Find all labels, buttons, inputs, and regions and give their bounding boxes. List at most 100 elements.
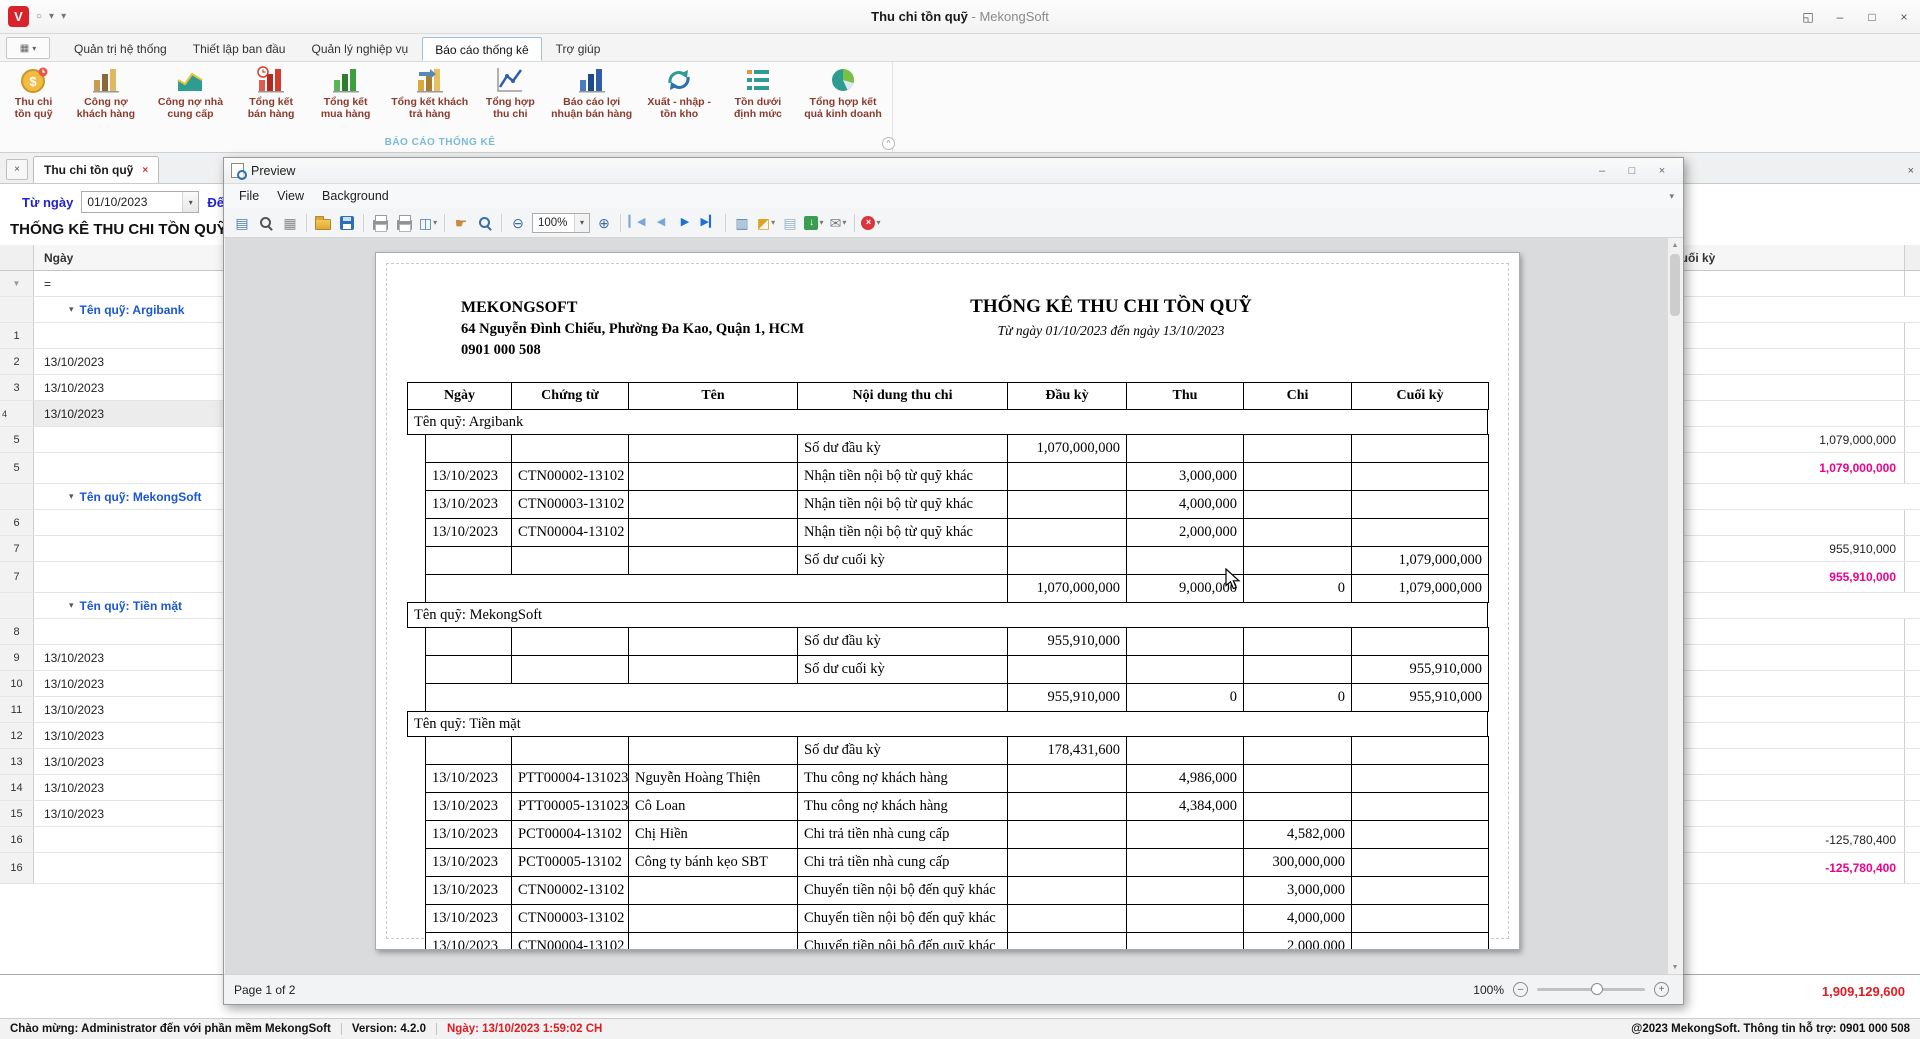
qat-customize-icon[interactable]: ▾ xyxy=(61,11,66,22)
dropdown-icon[interactable]: ▾ xyxy=(842,218,846,227)
preview-window: Preview – □ × FileViewBackground ▾ ▤ ▦ ◫▾ ☛… xyxy=(223,157,1684,1005)
zoom-out-button[interactable]: ⊖ xyxy=(506,211,530,235)
dropdown-icon[interactable]: ▾ xyxy=(819,218,823,227)
prev-page-button[interactable]: ◀ xyxy=(649,211,673,235)
close-icon[interactable]: × xyxy=(1888,4,1920,30)
ribbon-tab[interactable]: Thiết lập ban đầu xyxy=(181,37,298,61)
tabstrip-right-close-icon[interactable]: × xyxy=(1908,165,1914,177)
tong-ket-ban-hang-button[interactable]: Tổng kết bán hàng xyxy=(234,64,308,122)
quick-access-dropdown-icon[interactable]: ▾ xyxy=(49,11,54,22)
magnifier-icon xyxy=(477,215,493,231)
group-expand-icon[interactable]: ▾ xyxy=(69,600,74,611)
report-group-caption: Tên quỹ: Tiền mặt xyxy=(407,711,1488,737)
tong-ket-mua-hang-button[interactable]: Tổng kết mua hàng xyxy=(308,64,384,122)
zoom-out-icon: ⊖ xyxy=(512,216,524,230)
calendar-dropdown-icon[interactable]: ▾ xyxy=(182,192,198,212)
toolbar-separator xyxy=(725,214,726,232)
magnifier-button[interactable] xyxy=(473,211,497,235)
preview-titlebar[interactable]: Preview – □ × xyxy=(224,158,1683,184)
multi-page-button[interactable]: ▥ xyxy=(730,211,754,235)
last-page-button[interactable]: ▶▎ xyxy=(697,211,721,235)
report-column-header: Đầu kỳ xyxy=(1008,383,1127,410)
quick-access-circle-icon[interactable]: ○ xyxy=(36,11,42,22)
report-row: Số dư cuối kỳ955,910,000 xyxy=(426,656,1489,684)
document-map-button[interactable]: ▤ xyxy=(230,211,254,235)
app-menu-button[interactable]: ▦ ▾ xyxy=(6,37,50,59)
group-expand-icon[interactable]: ▾ xyxy=(69,491,74,502)
fullscreen-icon[interactable]: ◱ xyxy=(1792,4,1824,30)
preview-scrollbar[interactable]: ▲ ▼ xyxy=(1667,238,1682,974)
zoom-dropdown-icon[interactable]: ▾ xyxy=(574,214,589,232)
tab-thu-chi-ton-quy[interactable]: Thu chi tồn quỹ × xyxy=(33,156,159,183)
toolbar-separator xyxy=(444,214,445,232)
bao-cao-loi-nhuan-ban-hang-button[interactable]: Báo cáo lợi nhuận bán hàng xyxy=(545,64,639,122)
preview-close-icon[interactable]: × xyxy=(1648,161,1676,181)
scrollbar-thumb[interactable] xyxy=(1670,254,1680,316)
tong-ket-khach-tra-hang-button[interactable]: Tổng kết khách trả hàng xyxy=(383,64,476,122)
hand-tool-button[interactable]: ☛ xyxy=(449,211,473,235)
zoom-in-button[interactable]: + xyxy=(1654,982,1669,997)
ribbon-tab[interactable]: Trợ giúp xyxy=(544,37,613,61)
page-setup-button[interactable]: ◫▾ xyxy=(416,211,440,235)
ribbon-tab[interactable]: Quản trị hệ thống xyxy=(62,37,179,61)
report-row: 13/10/2023PCT00004-13102Chị HiềnChi trả … xyxy=(426,821,1489,849)
bao-cao-loi-nhuan-ban-hang-icon xyxy=(577,65,607,95)
thu-chi-ton-quy-button[interactable]: $Thu chi tồn quỹ xyxy=(2,64,65,122)
preview-window-icon xyxy=(231,163,244,178)
fill-background-button[interactable]: ◩▾ xyxy=(754,211,778,235)
preview-maximize-icon[interactable]: □ xyxy=(1618,161,1646,181)
report-row: 13/10/2023CTN00002-13102Chuyển tiền nội … xyxy=(426,877,1489,905)
from-date-input[interactable]: 01/10/2023 ▾ xyxy=(81,191,199,213)
menu-background[interactable]: Background xyxy=(313,186,398,206)
open-button[interactable] xyxy=(311,211,335,235)
ton-duoi-dinh-muc-button[interactable]: Tồn dưới định mức xyxy=(720,64,796,122)
email-button[interactable]: ✉▾ xyxy=(826,211,850,235)
close-preview-button[interactable]: ×▾ xyxy=(859,211,883,235)
quick-print-button[interactable] xyxy=(392,211,416,235)
first-page-button[interactable]: ▎◀ xyxy=(625,211,649,235)
titlebar: V ○ ▾ ▾ Thu chi tồn quỹ - MekongSoft ◱ –… xyxy=(0,0,1920,34)
xuat-nhap-ton-kho-button[interactable]: Xuất - nhập - tồn kho xyxy=(639,64,720,122)
group-expand-icon[interactable]: ▾ xyxy=(69,304,74,315)
dropdown-icon[interactable]: ▾ xyxy=(433,218,437,227)
ribbon-tab[interactable]: Báo cáo thống kê xyxy=(422,37,541,61)
zoom-in-button[interactable]: ⊕ xyxy=(592,211,616,235)
cong-no-khach-hang-button[interactable]: Công nợ khách hàng xyxy=(65,64,146,122)
email-icon: ✉ xyxy=(830,216,842,230)
preview-title: Preview xyxy=(251,164,295,178)
report-group-summary: 955,910,00000955,910,000 xyxy=(425,683,1489,712)
tong-hop-ket-qua-kinh-doanh-button[interactable]: Tổng hợp kết quả kinh doanh xyxy=(796,64,890,122)
maximize-icon[interactable]: □ xyxy=(1856,4,1888,30)
zoom-combo[interactable]: 100%▾ xyxy=(532,213,590,233)
export-button[interactable]: ↓▾ xyxy=(802,211,826,235)
scroll-down-icon[interactable]: ▼ xyxy=(1668,960,1682,974)
dropdown-icon[interactable]: ▾ xyxy=(771,218,775,227)
zoom-slider[interactable] xyxy=(1537,988,1645,991)
ribbon-collapse-icon[interactable]: ^ xyxy=(882,137,895,150)
search-button[interactable] xyxy=(254,211,278,235)
tabstrip-close-icon[interactable]: × xyxy=(6,159,28,180)
zoom-slider-knob[interactable] xyxy=(1591,983,1603,995)
tong-hop-thu-chi-button[interactable]: Tổng hợp thu chi xyxy=(476,64,545,122)
ribbon-tab-bar: ▦ ▾ Quản trị hệ thốngThiết lập ban đầuQu… xyxy=(0,34,1920,62)
report-group-caption: Tên quỹ: Argibank xyxy=(407,409,1488,435)
next-page-button[interactable]: ▶ xyxy=(673,211,697,235)
scroll-up-icon[interactable]: ▲ xyxy=(1668,238,1682,252)
preview-menu-caret-icon[interactable]: ▾ xyxy=(1669,191,1683,202)
dropdown-icon[interactable]: ▾ xyxy=(876,218,880,227)
minimize-icon[interactable]: – xyxy=(1824,4,1856,30)
menu-file[interactable]: File xyxy=(230,186,268,206)
print-button[interactable] xyxy=(368,211,392,235)
zoom-out-button[interactable]: – xyxy=(1513,982,1528,997)
tab-close-icon[interactable]: × xyxy=(142,165,148,176)
watermark-button[interactable]: ▤ xyxy=(778,211,802,235)
preview-minimize-icon[interactable]: – xyxy=(1588,161,1616,181)
save-button[interactable] xyxy=(335,211,359,235)
thumbnails-button[interactable]: ▦ xyxy=(278,211,302,235)
tab-label: Thu chi tồn quỹ xyxy=(44,163,133,177)
column-header-cuoi-ky[interactable]: Cuối kỳ xyxy=(1660,245,1905,270)
filter-cell-cuoi-ky[interactable]: = xyxy=(1660,271,1905,296)
menu-view[interactable]: View xyxy=(268,186,313,206)
cong-no-nha-cung-cap-button[interactable]: Công nợ nhà cung cấp xyxy=(147,64,235,122)
ribbon-tab[interactable]: Quản lý nghiệp vụ xyxy=(299,37,420,61)
